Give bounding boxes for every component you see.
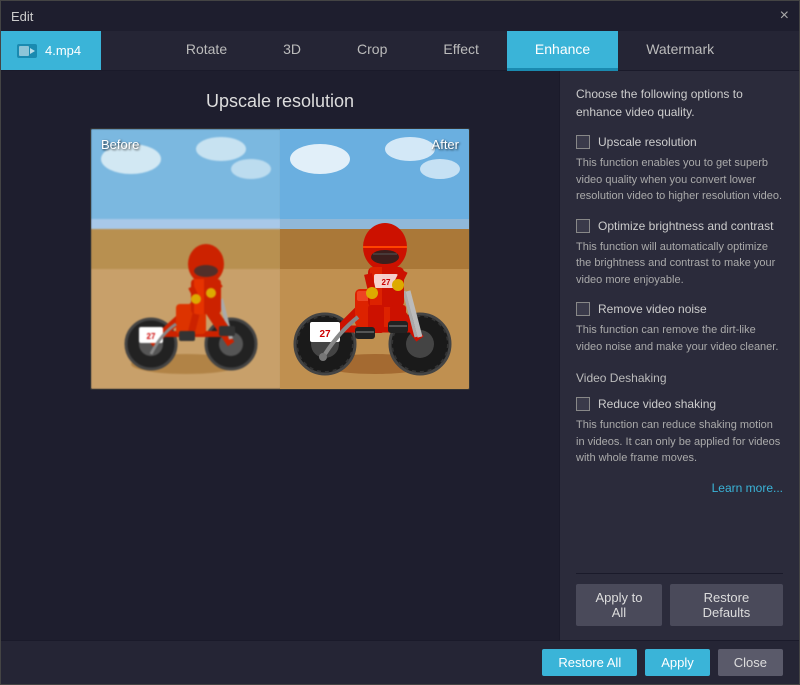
file-tab[interactable]: 4.mp4 xyxy=(1,31,101,70)
window-title: Edit xyxy=(11,9,33,24)
apply-to-all-button[interactable]: Apply to All xyxy=(576,584,662,626)
close-window-button[interactable]: × xyxy=(780,8,789,24)
file-icon xyxy=(17,44,37,58)
edit-window: Edit × 4.mp4 Rotate 3D Crop Effect Enhan… xyxy=(0,0,800,685)
nav-tabs: Rotate 3D Crop Effect Enhance Watermark xyxy=(101,31,799,70)
after-image: After xyxy=(280,129,469,389)
apply-button[interactable]: Apply xyxy=(645,649,710,676)
svg-text:27: 27 xyxy=(147,332,156,341)
preview-panel: Upscale resolution Before xyxy=(1,71,559,640)
inner-button-bar: Apply to All Restore Defaults xyxy=(576,573,783,626)
deshake-checkbox[interactable] xyxy=(576,397,590,411)
outer-button-bar: Restore All Apply Close xyxy=(1,640,799,684)
tab-3d[interactable]: 3D xyxy=(255,31,329,71)
tab-crop[interactable]: Crop xyxy=(329,31,415,71)
upscale-option-row: Upscale resolution xyxy=(576,135,783,149)
restore-defaults-button[interactable]: Restore Defaults xyxy=(670,584,783,626)
before-label: Before xyxy=(101,137,139,152)
deshake-label[interactable]: Reduce video shaking xyxy=(598,397,716,411)
noise-label[interactable]: Remove video noise xyxy=(598,302,707,316)
upscale-desc: This function enables you to get superb … xyxy=(576,155,783,205)
svg-text:27: 27 xyxy=(319,329,331,340)
settings-panel: Choose the following options to enhance … xyxy=(559,71,799,640)
tab-rotate[interactable]: Rotate xyxy=(158,31,255,71)
deshake-option-row: Reduce video shaking xyxy=(576,397,783,411)
before-after-container: Before xyxy=(90,128,470,390)
after-label: After xyxy=(432,137,459,152)
file-tab-name: 4.mp4 xyxy=(45,43,81,58)
restore-all-button[interactable]: Restore All xyxy=(542,649,637,676)
tab-effect[interactable]: Effect xyxy=(415,31,507,71)
preview-images: Before xyxy=(90,128,470,390)
upscale-label[interactable]: Upscale resolution xyxy=(598,135,697,149)
after-svg: 27 xyxy=(280,129,469,389)
close-button[interactable]: Close xyxy=(718,649,783,676)
video-icon xyxy=(19,46,35,56)
brightness-label[interactable]: Optimize brightness and contrast xyxy=(598,219,773,233)
noise-desc: This function can remove the dirt-like v… xyxy=(576,322,783,355)
tab-enhance[interactable]: Enhance xyxy=(507,31,618,71)
tab-watermark[interactable]: Watermark xyxy=(618,31,742,71)
tab-bar: 4.mp4 Rotate 3D Crop Effect Enhance Wate… xyxy=(1,31,799,71)
learn-more-link[interactable]: Learn more... xyxy=(576,481,783,495)
noise-checkbox[interactable] xyxy=(576,302,590,316)
title-bar-left: Edit xyxy=(11,9,33,24)
noise-option-row: Remove video noise xyxy=(576,302,783,316)
brightness-desc: This function will automatically optimiz… xyxy=(576,239,783,289)
deshaking-section-header: Video Deshaking xyxy=(576,371,783,385)
deshake-desc: This function can reduce shaking motion … xyxy=(576,417,783,467)
title-bar: Edit × xyxy=(1,1,799,31)
preview-title: Upscale resolution xyxy=(206,91,354,112)
brightness-checkbox[interactable] xyxy=(576,219,590,233)
settings-intro: Choose the following options to enhance … xyxy=(576,85,783,121)
before-image: Before xyxy=(91,129,280,389)
content-area: Upscale resolution Before xyxy=(1,71,799,640)
brightness-option-row: Optimize brightness and contrast xyxy=(576,219,783,233)
before-svg: 27 xyxy=(91,129,280,389)
upscale-checkbox[interactable] xyxy=(576,135,590,149)
svg-text:27: 27 xyxy=(382,278,391,287)
